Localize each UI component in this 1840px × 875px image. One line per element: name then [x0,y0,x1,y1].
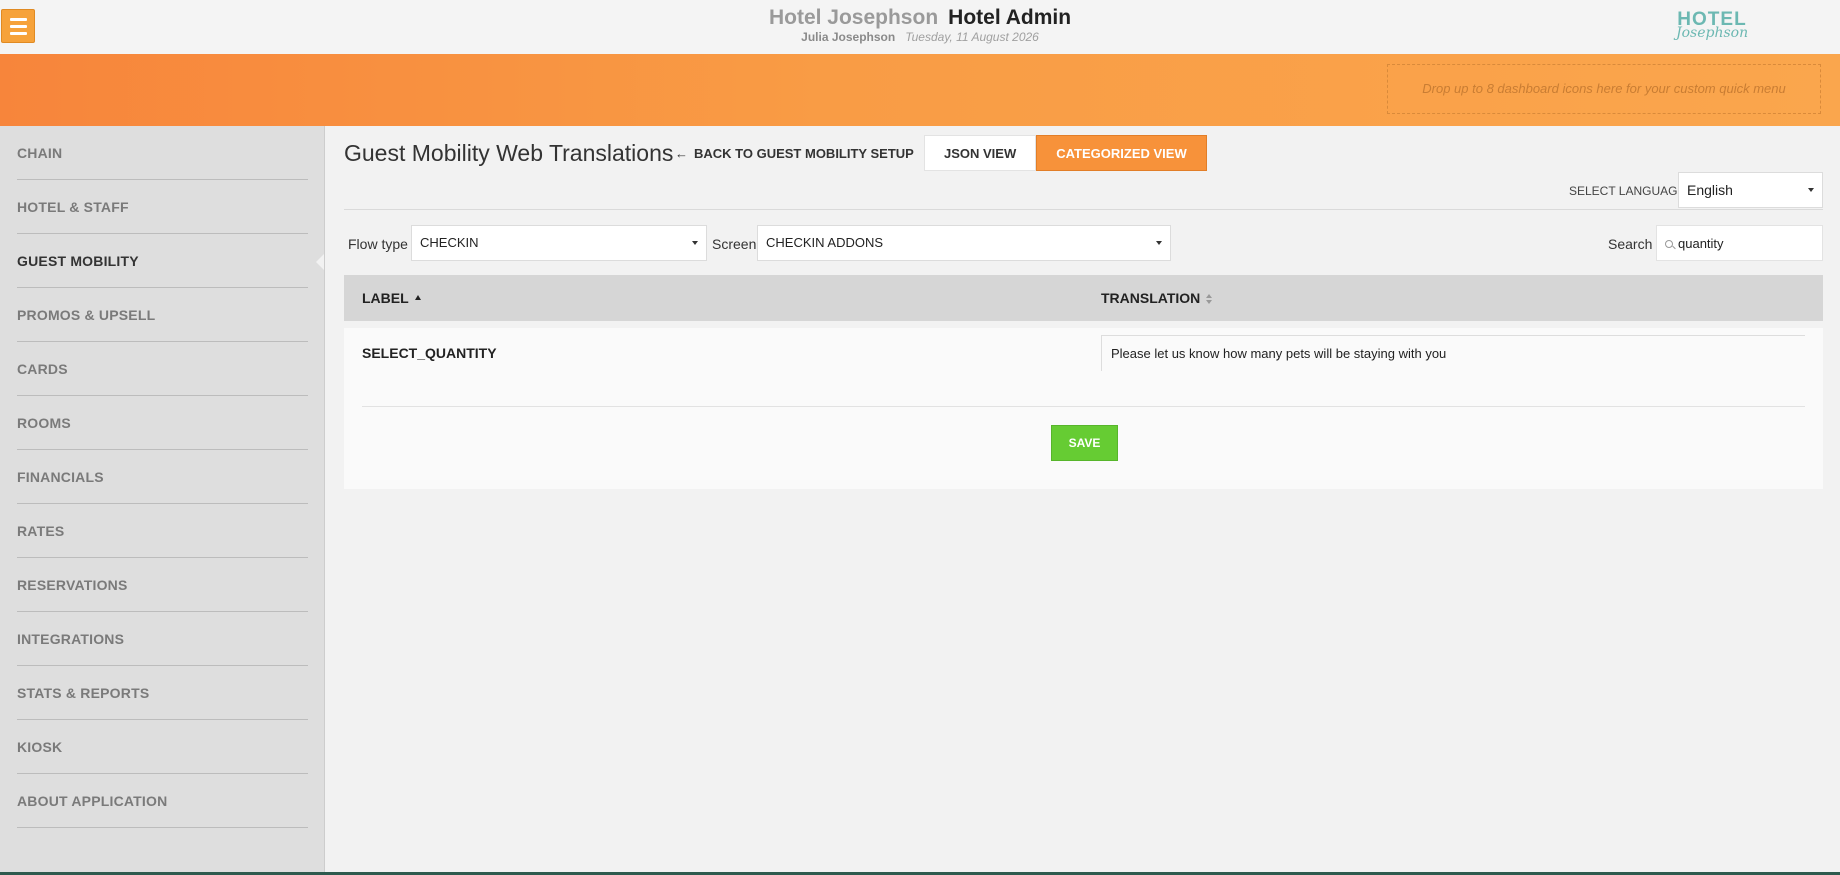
sidebar-item-guest-mobility[interactable]: GUEST MOBILITY [17,234,324,288]
search-input[interactable] [1678,226,1818,260]
caret-down-icon [1156,241,1162,245]
sidebar-item-kiosk[interactable]: KIOSK [17,720,308,774]
sort-icon [1206,294,1213,304]
sidebar-item-stats-reports[interactable]: STATS & REPORTS [17,666,308,720]
caret-down-icon [692,241,698,245]
column-header-label-text: LABEL [362,290,409,306]
sidebar-item-chain[interactable]: CHAIN [17,126,308,180]
quick-menu-banner: Drop up to 8 dashboard icons here for yo… [0,54,1840,126]
sort-ascending-icon [414,295,421,300]
hotel-name: Hotel Josephson [768,6,939,29]
caret-down-icon [1808,188,1814,192]
sidebar-item-reservations[interactable]: RESERVATIONS [17,558,308,612]
sidebar-nav: CHAIN HOTEL & STAFF GUEST MOBILITY PROMO… [0,126,324,828]
flow-type-label: Flow type [348,236,408,252]
header-subtitle: Julia Josephson Tuesday, 11 August 2026 [0,30,1840,44]
sidebar-item-promos-upsell[interactable]: PROMOS & UPSELL [17,288,308,342]
row-label: SELECT_QUANTITY [362,345,497,361]
column-header-translation-text: TRANSLATION [1101,290,1201,306]
top-header: Hotel Josephson Hotel Admin Julia Josephs… [0,0,1840,54]
search-box [1656,225,1823,261]
sidebar-item-hotel-staff[interactable]: HOTEL & STAFF [17,180,308,234]
save-button[interactable]: SAVE [1051,425,1118,461]
language-select-value: English [1687,182,1733,198]
translations-table: LABEL TRANSLATION SELECT_QUANTITY SAVE [344,275,1823,489]
divider [344,209,1823,210]
search-icon [1665,240,1673,248]
sidebar-item-financials[interactable]: FINANCIALS [17,450,308,504]
flow-type-select-value: CHECKIN [420,235,479,250]
language-select[interactable]: English [1678,172,1823,208]
sidebar-item-cards[interactable]: CARDS [17,342,308,396]
sidebar-item-integrations[interactable]: INTEGRATIONS [17,612,308,666]
user-name: Julia Josephson [801,30,896,44]
sidebar: CHAIN HOTEL & STAFF GUEST MOBILITY PROMO… [0,126,325,875]
screen-label: Screen [712,236,757,252]
view-toggle: JSON VIEW CATEGORIZED VIEW [924,135,1207,171]
back-to-setup-link[interactable]: ← BACK TO GUEST MOBILITY SETUP [675,146,914,161]
categorized-view-button[interactable]: CATEGORIZED VIEW [1036,135,1207,171]
arrow-left-icon: ← [675,146,688,161]
back-link-label: BACK TO GUEST MOBILITY SETUP [694,146,914,161]
app-name: Hotel Admin [948,6,1072,29]
screen-select-value: CHECKIN ADDONS [766,235,884,250]
search-label: Search [1608,236,1653,252]
translation-input[interactable] [1101,335,1805,371]
sidebar-item-rates[interactable]: RATES [17,504,308,558]
language-label: SELECT LANGUAGE [1569,184,1686,198]
table-header: LABEL TRANSLATION [344,275,1823,321]
quick-menu-dropzone[interactable]: Drop up to 8 dashboard icons here for yo… [1387,64,1821,114]
table-row: SELECT_QUANTITY [362,328,1805,407]
hotel-logo: HOTEL Josephson [1676,10,1748,44]
json-view-button[interactable]: JSON VIEW [924,135,1037,171]
logo-text-bottom: Josephson [1676,25,1749,41]
sidebar-item-about-application[interactable]: ABOUT APPLICATION [17,774,308,828]
sidebar-item-rooms[interactable]: ROOMS [17,396,308,450]
app-title: Hotel Josephson Hotel Admin [0,6,1840,30]
column-header-label[interactable]: LABEL [362,290,421,306]
column-header-translation[interactable]: TRANSLATION [1101,290,1213,306]
main-content: Guest Mobility Web Translations ← BACK TO… [325,126,1840,875]
flow-type-select[interactable]: CHECKIN [411,225,707,261]
page-title: Guest Mobility Web Translations [344,140,674,166]
table-body: SELECT_QUANTITY SAVE [344,328,1823,489]
screen-select[interactable]: CHECKIN ADDONS [757,225,1171,261]
current-date: Tuesday, 11 August 2026 [905,30,1039,44]
